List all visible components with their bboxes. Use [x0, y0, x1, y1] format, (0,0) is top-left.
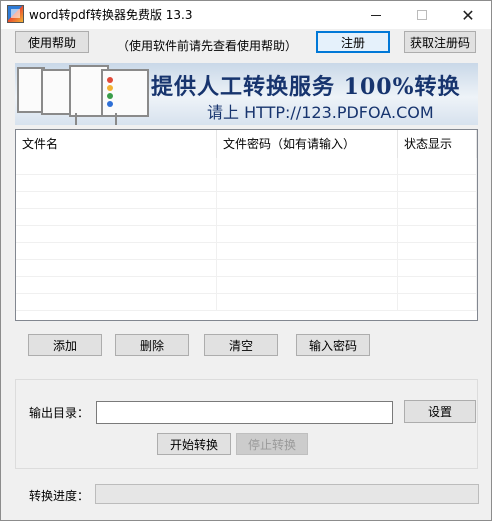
file-list-header: 文件名 文件密码（如有请输入） 状态显示	[16, 130, 477, 158]
table-cell	[398, 175, 477, 192]
table-row	[16, 175, 477, 192]
maximize-icon	[417, 10, 427, 20]
table-cell	[398, 277, 477, 294]
output-directory-label: 输出目录：	[29, 406, 90, 420]
table-cell	[398, 192, 477, 209]
settings-button[interactable]: 设置	[404, 400, 476, 423]
table-row	[16, 277, 477, 294]
table-cell	[217, 243, 398, 260]
conversion-progress-bar	[95, 484, 479, 504]
get-registration-code-button[interactable]: 获取注册码	[404, 31, 476, 53]
maximize-button	[399, 1, 445, 29]
table-cell	[16, 243, 217, 260]
table-cell	[398, 260, 477, 277]
magnet-dot	[107, 85, 113, 91]
column-file-password[interactable]: 文件密码（如有请输入）	[217, 130, 398, 158]
table-cell	[398, 294, 477, 311]
table-row	[16, 260, 477, 277]
table-row	[16, 209, 477, 226]
delete-button[interactable]: 删除	[115, 334, 189, 356]
magnet-dot	[107, 77, 113, 83]
table-cell	[16, 226, 217, 243]
start-convert-button[interactable]: 开始转换	[157, 433, 231, 455]
output-directory-input[interactable]	[96, 401, 393, 424]
minimize-button[interactable]	[353, 1, 399, 29]
column-filename[interactable]: 文件名	[16, 130, 217, 158]
table-cell	[398, 243, 477, 260]
table-cell	[217, 175, 398, 192]
banner-subtitle: 请上 HTTP://123.PDFOA.COM	[207, 103, 434, 122]
window-title: word转pdf转换器免费版 13.3	[29, 8, 193, 22]
table-cell	[16, 175, 217, 192]
table-row	[16, 192, 477, 209]
table-row	[16, 294, 477, 311]
table-cell	[217, 260, 398, 277]
main-window: word转pdf转换器免费版 13.3 ✕ 使用帮助 （使用软件前请先查看使用帮…	[0, 0, 492, 521]
table-cell	[217, 192, 398, 209]
table-cell	[16, 277, 217, 294]
board-stand	[115, 113, 117, 125]
table-cell	[398, 226, 477, 243]
table-cell	[217, 158, 398, 175]
table-cell	[217, 277, 398, 294]
banner-title: 提供人工转换服务 100%转换	[151, 74, 461, 100]
minimize-icon	[371, 14, 381, 16]
output-settings-group	[15, 379, 478, 469]
table-cell	[16, 294, 217, 311]
file-list[interactable]: 文件名 文件密码（如有请输入） 状态显示	[15, 129, 478, 321]
whiteboard-image	[101, 69, 149, 117]
clear-button[interactable]: 清空	[204, 334, 278, 356]
table-row	[16, 158, 477, 175]
table-row	[16, 226, 477, 243]
title-bar[interactable]: word转pdf转换器免费版 13.3 ✕	[1, 1, 491, 29]
table-cell	[16, 158, 217, 175]
column-status[interactable]: 状态显示	[398, 130, 477, 158]
app-icon	[7, 5, 24, 23]
table-row	[16, 243, 477, 260]
stop-convert-button: 停止转换	[236, 433, 308, 455]
help-button[interactable]: 使用帮助	[15, 31, 89, 53]
help-hint-text: （使用软件前请先查看使用帮助）	[117, 39, 298, 53]
table-cell	[217, 294, 398, 311]
magnet-dot	[107, 93, 113, 99]
board-stand	[75, 113, 77, 125]
add-button[interactable]: 添加	[28, 334, 102, 356]
table-cell	[217, 226, 398, 243]
ad-banner[interactable]: 提供人工转换服务 100%转换 请上 HTTP://123.PDFOA.COM	[15, 63, 478, 125]
table-cell	[16, 192, 217, 209]
register-button[interactable]: 注册	[316, 31, 390, 53]
table-cell	[398, 158, 477, 175]
table-cell	[217, 209, 398, 226]
table-cell	[398, 209, 477, 226]
close-icon: ✕	[461, 5, 475, 25]
table-cell	[16, 209, 217, 226]
table-cell	[16, 260, 217, 277]
progress-label: 转换进度：	[29, 489, 90, 503]
input-password-button[interactable]: 输入密码	[296, 334, 370, 356]
magnet-dot	[107, 101, 113, 107]
close-button[interactable]: ✕	[445, 1, 491, 29]
